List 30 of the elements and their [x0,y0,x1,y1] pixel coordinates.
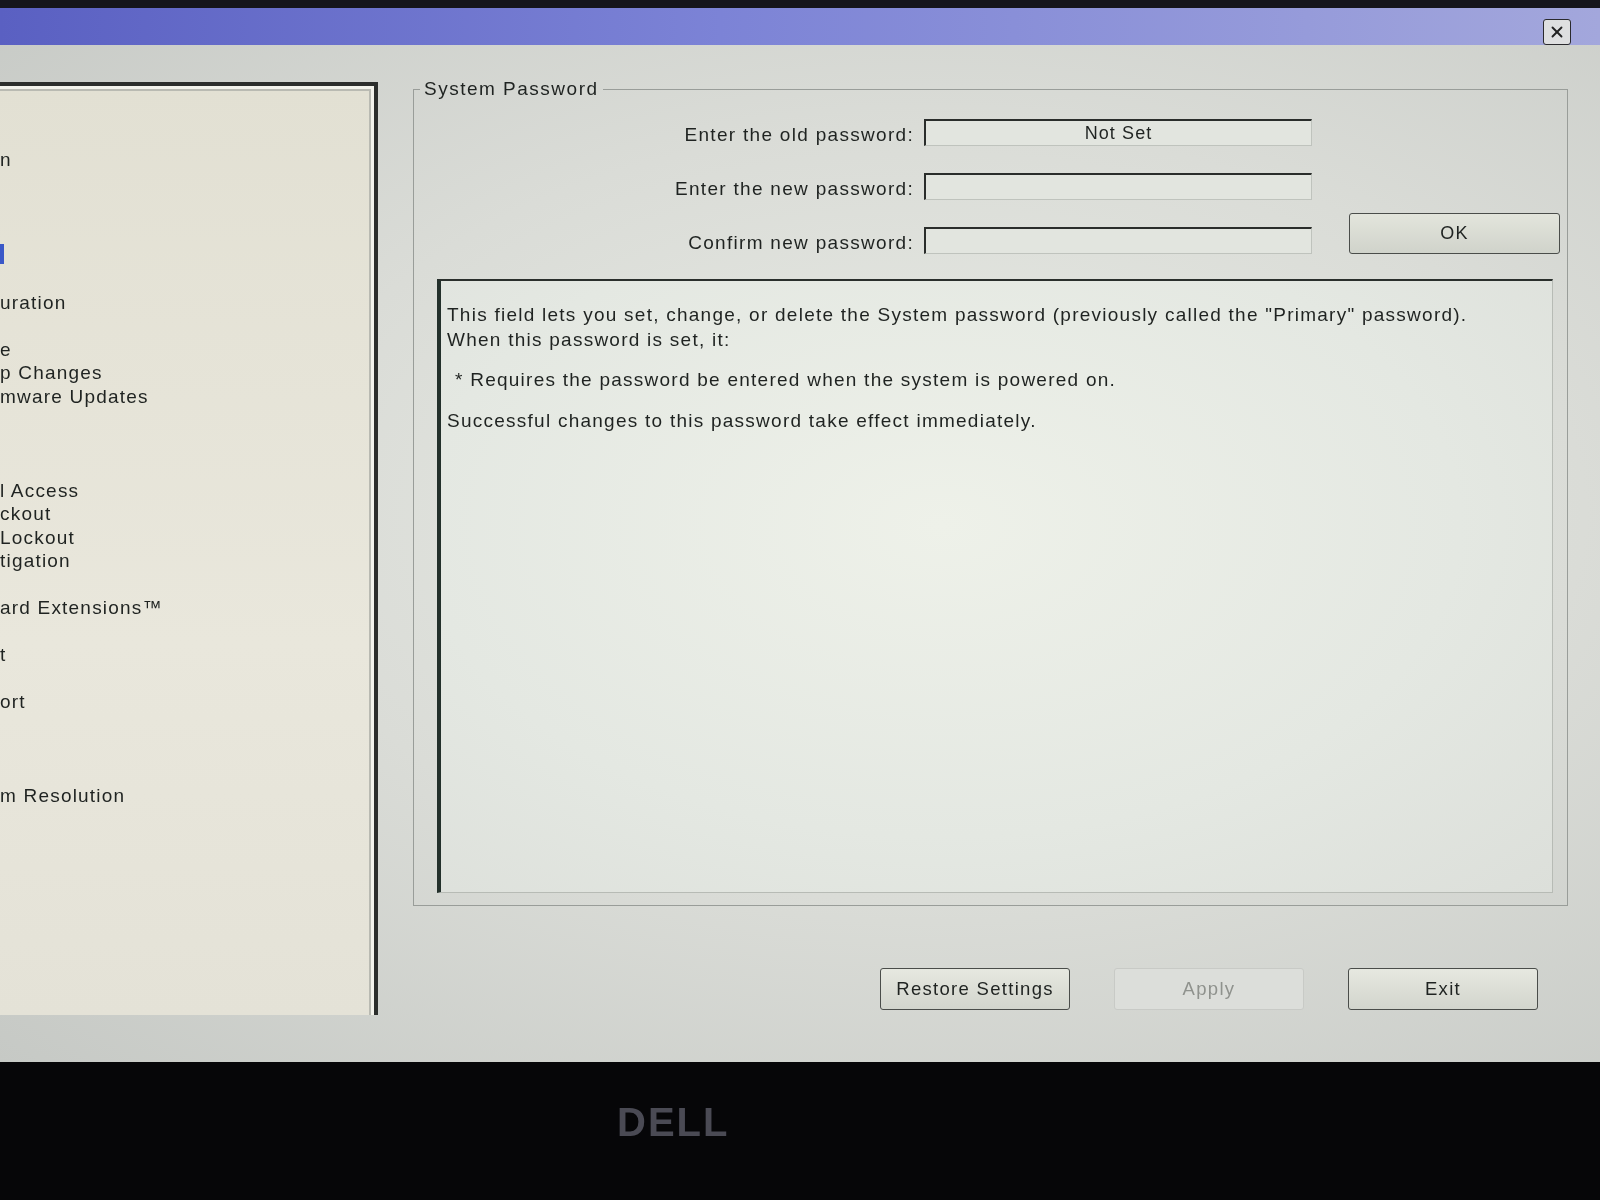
tree-item[interactable]: t [0,643,7,667]
ok-button[interactable]: OK [1349,213,1560,254]
action-button[interactable]: Exit [1348,968,1538,1010]
field-label: Confirm new password: [688,232,914,254]
help-text: When this password is set, it: [447,327,732,352]
field-label: Enter the old password: [684,124,914,146]
tree-item[interactable]: n [0,148,12,172]
tree-item[interactable]: e [0,337,12,362]
tree-item[interactable]: m Resolution [0,784,126,808]
monitor-logo: DELL [617,1100,730,1144]
password-field[interactable]: Not Set [924,119,1312,146]
tree-item[interactable]: tigation [0,549,71,573]
action-button[interactable]: Restore Settings [880,968,1070,1010]
group-title: System Password [423,78,600,100]
help-text: This field lets you set, change, or delete the System password (previously called the "Primary" password). [447,303,1469,327]
tree-item[interactable]: uration [0,290,67,315]
help-text: Successful changes to this password take effect immediately. [447,408,1038,433]
tree-item[interactable]: ort [0,690,26,714]
tree-item[interactable]: ckout [0,502,52,526]
tree-item[interactable]: mware Updates [0,384,149,409]
tree-item[interactable]: ard Extensions™ [0,596,163,620]
password-field[interactable] [924,173,1312,200]
password-field[interactable] [924,227,1312,254]
tree-item[interactable]: l Access [0,478,80,503]
tree-item[interactable]: p Changes [0,361,103,385]
field-label: Enter the new password: [675,178,914,200]
tree-item[interactable]: Lockout [0,525,75,550]
close-button[interactable] [1543,18,1571,45]
help-bullet-text: * Requires the password be entered when the system is powered on. [455,368,1118,392]
tree-item-highlight[interactable] [0,243,4,264]
